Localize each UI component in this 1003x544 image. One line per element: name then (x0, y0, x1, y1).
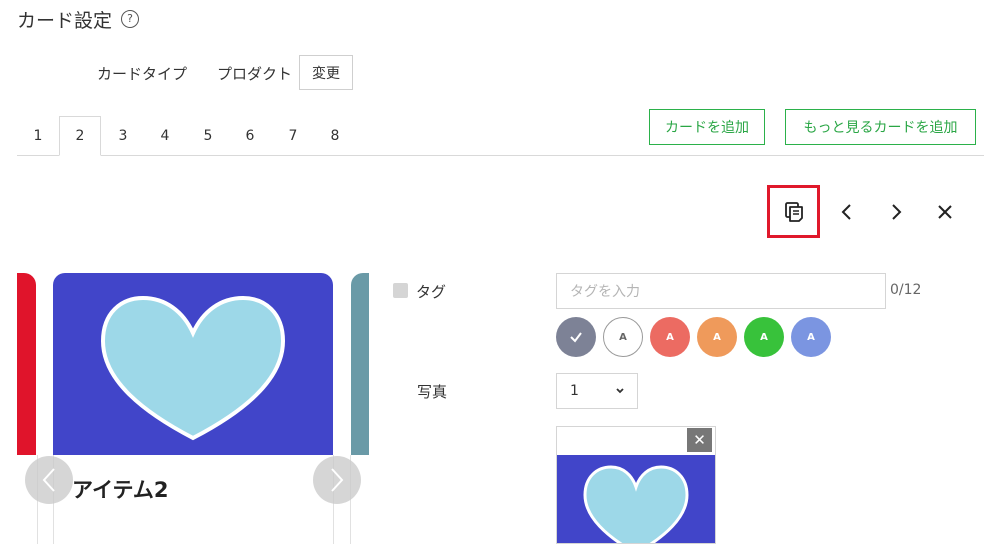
tag-color-white[interactable]: A (603, 317, 643, 357)
card-title: アイテム2 (72, 478, 169, 502)
tab-1[interactable]: 1 (17, 116, 59, 156)
chevron-down-icon (616, 388, 624, 394)
tag-color-orange[interactable]: A (697, 317, 737, 357)
change-card-type-button[interactable]: 変更 (299, 55, 353, 90)
photo-thumbnail-image (557, 455, 715, 543)
close-card-button[interactable] (930, 197, 960, 227)
tag-color-red[interactable]: A (650, 317, 690, 357)
chevron-left-icon (841, 204, 851, 220)
next-card-button[interactable] (881, 197, 911, 227)
photo-count-value: 1 (570, 383, 579, 399)
tag-color-gray-selected[interactable] (556, 317, 596, 357)
tab-8[interactable]: 8 (314, 116, 356, 156)
photo-thumbnail: ✕ (556, 426, 716, 544)
add-more-card-button[interactable]: もっと見るカードを追加 (785, 109, 976, 145)
tab-7[interactable]: 7 (272, 116, 314, 156)
chevron-right-icon (331, 468, 344, 492)
tag-input[interactable]: タグを入力 (556, 273, 886, 309)
tab-2[interactable]: 2 (59, 116, 101, 156)
previous-card-button[interactable] (832, 197, 862, 227)
add-card-button[interactable]: カードを追加 (649, 109, 765, 145)
tab-6[interactable]: 6 (229, 116, 271, 156)
tag-label: タグ (416, 283, 447, 301)
tag-checkbox[interactable] (393, 283, 408, 298)
tab-5[interactable]: 5 (187, 116, 229, 156)
card-type-label: カードタイプ (97, 65, 188, 83)
heart-image (100, 295, 286, 441)
tab-3[interactable]: 3 (102, 116, 144, 156)
copy-icon (784, 201, 803, 222)
photo-label: 写真 (417, 383, 448, 401)
photo-count-select[interactable]: 1 (556, 373, 638, 409)
page-title: カード設定 (17, 10, 113, 32)
next-card-preview[interactable] (351, 273, 369, 455)
tag-color-blue[interactable]: A (791, 317, 831, 357)
remove-photo-button[interactable]: ✕ (687, 428, 712, 452)
carousel-next-button[interactable] (313, 456, 361, 504)
check-icon (570, 332, 582, 343)
copy-card-button[interactable] (767, 185, 820, 238)
close-icon (938, 205, 952, 219)
card-type-value: プロダクト (217, 65, 293, 83)
previous-card-preview[interactable] (17, 273, 36, 455)
tab-4[interactable]: 4 (144, 116, 186, 156)
heart-image (583, 465, 689, 543)
chevron-left-icon (42, 468, 55, 492)
tag-color-green[interactable]: A (744, 317, 784, 357)
help-icon[interactable]: ? (121, 10, 139, 28)
chevron-right-icon (892, 204, 902, 220)
tag-count: 0/12 (890, 282, 922, 298)
card-image (53, 273, 333, 455)
carousel-prev-button[interactable] (25, 456, 73, 504)
close-icon: ✕ (693, 431, 706, 449)
